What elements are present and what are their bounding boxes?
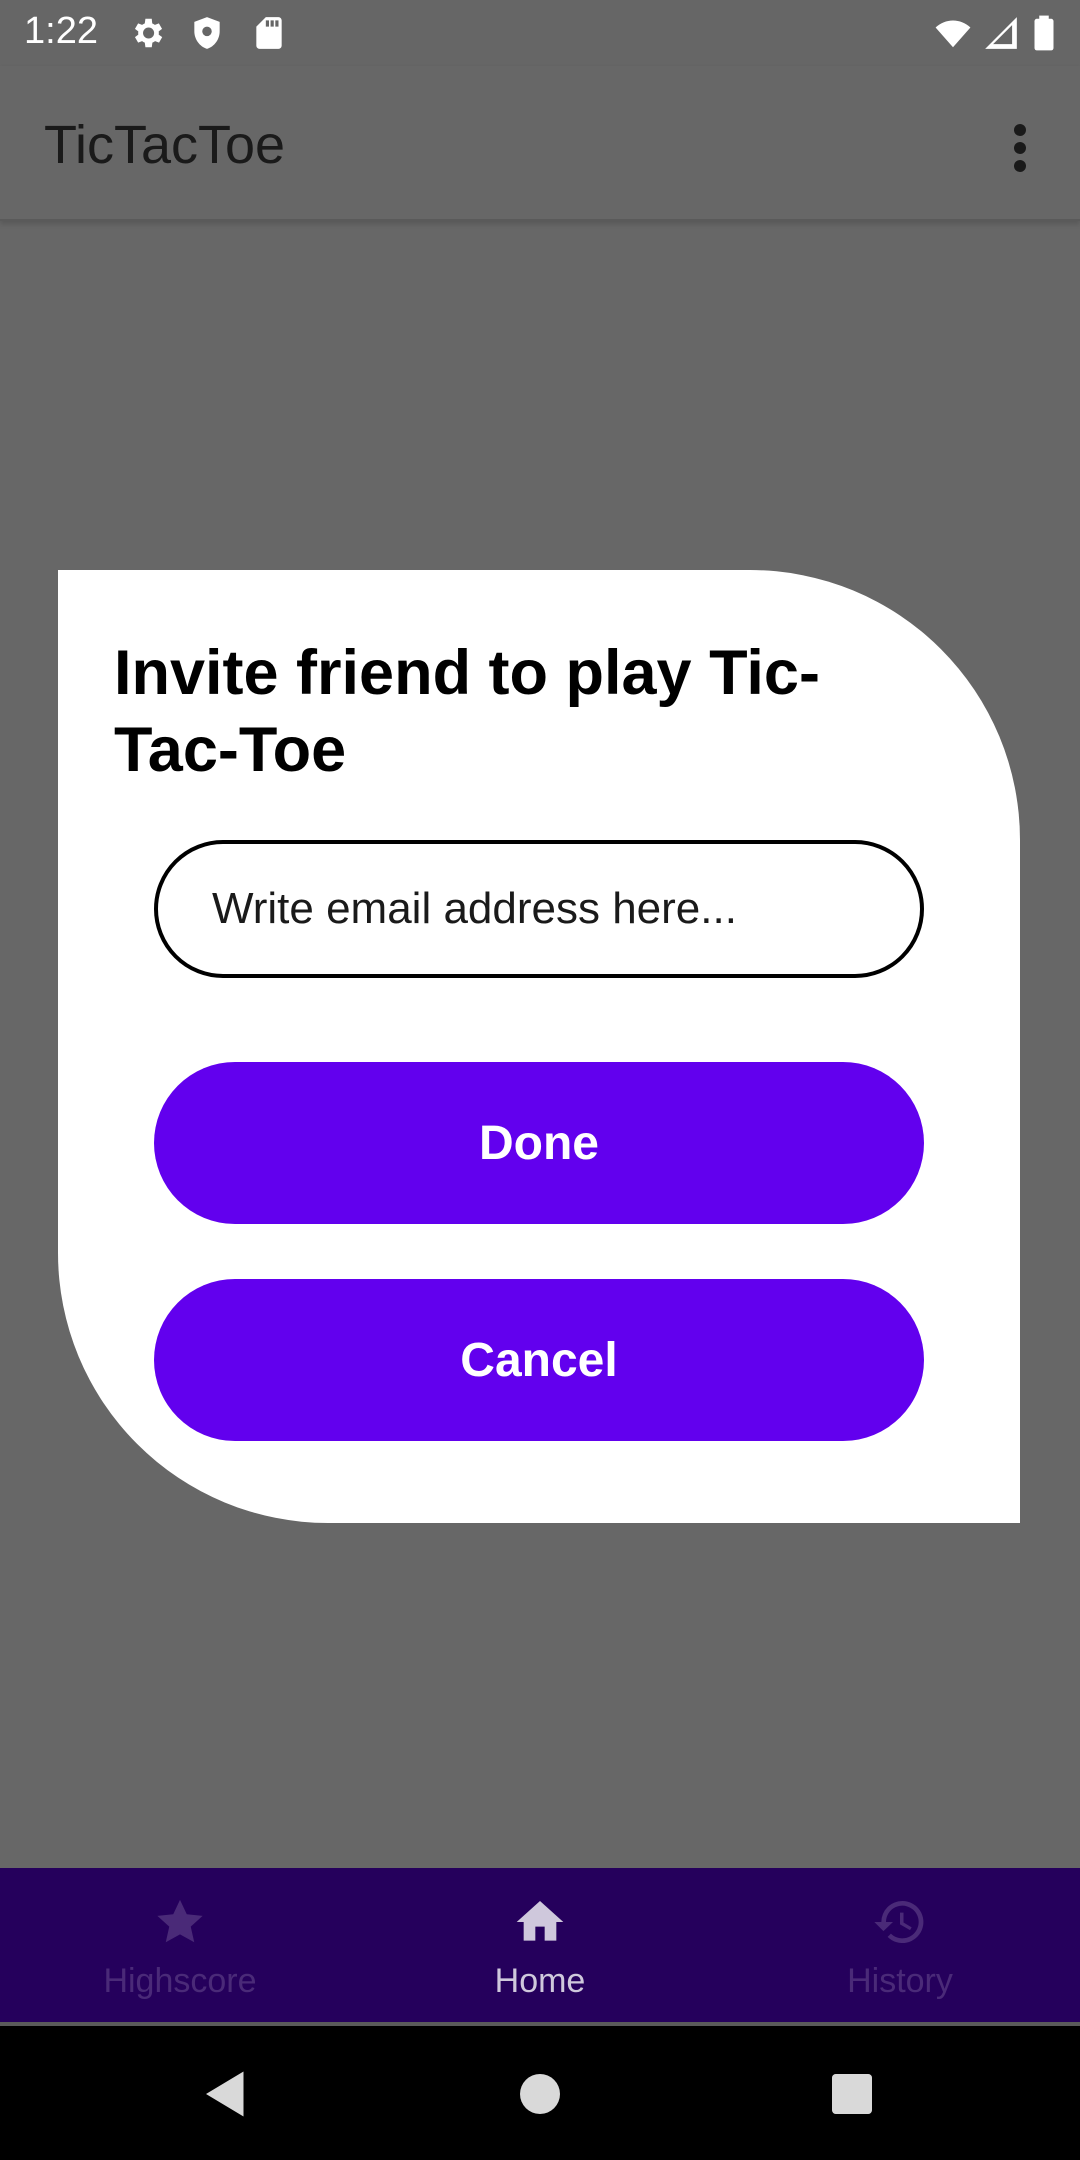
recents-icon[interactable] — [822, 2064, 882, 2124]
status-bar: 1:22 — [0, 0, 1080, 66]
cell-signal-icon — [985, 17, 1017, 49]
shield-icon — [194, 17, 220, 49]
sd-card-icon — [256, 17, 282, 49]
home-icon — [516, 1901, 564, 1941]
nav-item-highscore[interactable]: Highscore — [0, 1868, 360, 2024]
back-icon[interactable] — [196, 2064, 256, 2124]
history-icon — [874, 1900, 924, 1943]
home-circle-icon[interactable] — [510, 2064, 570, 2124]
status-time: 1:22 — [24, 10, 98, 52]
dialog-title: Invite friend to play Tic-Tac-Toe — [114, 638, 820, 785]
nav-label-history: History — [847, 1962, 953, 2000]
more-vert-icon[interactable] — [996, 116, 1044, 180]
invite-dialog: Invite friend to play Tic-Tac-Toe Done C… — [58, 570, 1020, 1523]
email-field[interactable] — [154, 840, 924, 978]
done-button[interactable]: Done — [154, 1062, 924, 1224]
nav-item-history[interactable]: History — [720, 1868, 1080, 2024]
app-title: TicTacToe — [44, 115, 286, 175]
app-bar: TicTacToe — [0, 66, 1080, 221]
star-icon — [157, 1899, 203, 1943]
battery-icon — [1034, 15, 1054, 51]
nav-label-home: Home — [494, 1962, 586, 2000]
bottom-navigation: Highscore Home History — [0, 1868, 1080, 2024]
wifi-icon — [935, 20, 971, 48]
system-navigation-bar — [0, 2026, 1080, 2160]
nav-label-highscore: Highscore — [103, 1962, 257, 2000]
settings-icon — [134, 18, 163, 48]
cancel-button[interactable]: Cancel — [154, 1279, 924, 1441]
nav-item-home[interactable]: Home — [360, 1868, 720, 2024]
